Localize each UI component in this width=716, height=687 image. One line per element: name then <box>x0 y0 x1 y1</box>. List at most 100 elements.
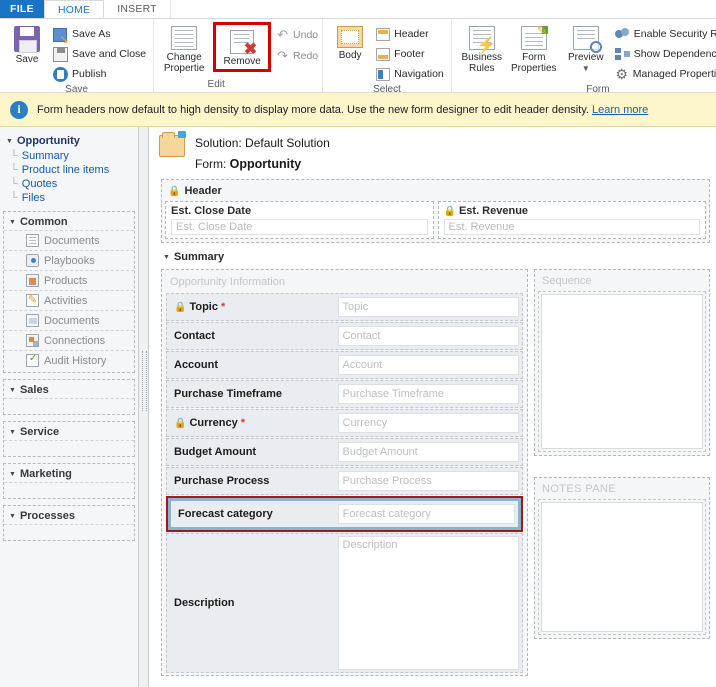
nav-root-label: Opportunity <box>16 135 80 147</box>
undo-button[interactable]: ↶ Undo <box>275 25 318 44</box>
header-field-est-close-date[interactable]: Est. Close Date Est. Close Date <box>165 201 434 239</box>
sidebar-item-label: Activities <box>44 294 88 307</box>
est-revenue-input[interactable]: Est. Revenue <box>443 219 700 235</box>
est-close-date-label: Est. Close Date <box>171 205 252 217</box>
forecast-category-label-text: Forecast category <box>178 508 273 520</box>
field-row-budget-amount[interactable]: Budget Amount Budget Amount <box>166 438 523 466</box>
notes-pane-box <box>538 499 706 635</box>
topic-input[interactable]: Topic <box>337 297 519 317</box>
purchase-process-input[interactable]: Purchase Process <box>337 471 519 491</box>
ribbon-group-label-select: Select <box>373 84 401 95</box>
field-row-currency[interactable]: 🔒 Currency * Currency <box>166 409 523 437</box>
dependencies-icon <box>614 47 630 61</box>
description-label-text: Description <box>174 597 235 609</box>
body-button[interactable]: Body <box>327 22 373 62</box>
sidebar-item-summary[interactable]: └ Summary <box>0 149 138 163</box>
purchase-timeframe-input[interactable]: Purchase Timeframe <box>337 384 519 404</box>
notes-pane-content[interactable] <box>541 502 703 632</box>
tab-file[interactable]: FILE <box>0 0 44 18</box>
preview-dropdown-icon[interactable]: ▼ <box>582 64 590 75</box>
save-as-button[interactable]: Save As <box>50 25 149 45</box>
header-button[interactable]: Header <box>373 25 447 43</box>
field-row-topic[interactable]: 🔒 Topic * Topic <box>166 293 523 321</box>
sidebar-group-header-processes[interactable]: ▼ Processes <box>4 508 134 524</box>
learn-more-link[interactable]: Learn more <box>592 104 648 116</box>
panel-splitter[interactable] <box>139 127 149 687</box>
sidebar-item-connections[interactable]: Connections <box>4 330 134 350</box>
save-button[interactable]: Save <box>4 22 50 66</box>
sidebar-group-label-sales: Sales <box>19 384 49 396</box>
sidebar-item-files[interactable]: └ Files <box>0 191 138 205</box>
tab-insert[interactable]: INSERT <box>104 0 171 18</box>
sidebar-group-label-common: Common <box>19 216 68 228</box>
field-row-purchase-process[interactable]: Purchase Process Purchase Process <box>166 467 523 495</box>
sidebar-item-products[interactable]: Products <box>4 270 134 290</box>
redo-button[interactable]: ↷ Redo <box>275 46 318 65</box>
business-rules-button[interactable]: ⚡ Business Rules <box>456 22 508 74</box>
sidebar-item-documents-2[interactable]: Documents <box>4 310 134 330</box>
field-row-forecast-category[interactable]: Forecast category Forecast category <box>168 498 521 530</box>
notification-message: Form headers now default to high density… <box>37 103 589 116</box>
sidebar-group-empty-slot[interactable] <box>4 482 134 496</box>
budget-amount-input[interactable]: Budget Amount <box>337 442 519 462</box>
summary-section-title-shell: ▼ Summary <box>161 249 710 267</box>
sidebar-group-empty-slot[interactable] <box>4 524 134 538</box>
header-section-title: 🔒 Header <box>165 183 706 201</box>
form-name: Opportunity <box>229 157 302 171</box>
sidebar-group-empty-slot[interactable] <box>4 440 134 454</box>
solution-folder-icon <box>159 131 186 157</box>
form-properties-icon: ✎ <box>520 24 548 50</box>
summary-section-title[interactable]: ▼ Summary <box>161 249 710 267</box>
sidebar-item-product-line-items[interactable]: └ Product line items <box>0 163 138 177</box>
header-field-est-revenue[interactable]: 🔒 Est. Revenue Est. Revenue <box>437 201 706 239</box>
ribbon-group-label-form: Form <box>586 84 610 95</box>
save-and-close-button[interactable]: Save and Close <box>50 45 149 63</box>
notes-pane-panel[interactable]: NOTES PANE <box>534 477 710 639</box>
sidebar-group-empty-slot[interactable] <box>4 398 134 412</box>
sidebar-item-activities[interactable]: Activities <box>4 290 134 310</box>
footer-button[interactable]: Footer <box>373 45 447 63</box>
notification-bar: i Form headers now default to high densi… <box>0 93 716 127</box>
sidebar-group-label-processes: Processes <box>19 510 75 522</box>
sidebar-item-audit-history[interactable]: Audit History <box>4 350 134 370</box>
currency-input[interactable]: Currency <box>337 413 519 433</box>
field-row-purchase-timeframe[interactable]: Purchase Timeframe Purchase Timeframe <box>166 380 523 408</box>
account-input[interactable]: Account <box>337 355 519 375</box>
solution-header: Solution: Default Solution Form: Opportu… <box>149 127 716 179</box>
sidebar-item-quotes[interactable]: └ Quotes <box>0 177 138 191</box>
est-close-date-input[interactable]: Est. Close Date <box>171 219 428 235</box>
publish-button[interactable]: Publish <box>50 65 149 83</box>
forecast-category-input[interactable]: Forecast category <box>337 504 515 524</box>
nav-root-opportunity[interactable]: ▼ Opportunity <box>0 133 138 149</box>
sidebar-group-header-sales[interactable]: ▼ Sales <box>4 382 134 398</box>
navigation-button[interactable]: Navigation <box>373 65 447 83</box>
forecast-category-label: Forecast category <box>174 508 338 520</box>
preview-button[interactable]: Preview ▼ <box>560 22 612 74</box>
sidebar-group-header-common[interactable]: ▼ Common <box>4 214 134 230</box>
chevron-down-icon: ▼ <box>6 137 13 145</box>
field-row-contact[interactable]: Contact Contact <box>166 322 523 350</box>
purchase-timeframe-label-text: Purchase Timeframe <box>174 388 283 400</box>
field-row-account[interactable]: Account Account <box>166 351 523 379</box>
remove-button[interactable]: ✖ Remove <box>219 26 265 68</box>
floppy-disk-icon <box>14 26 40 53</box>
sidebar-item-playbooks[interactable]: Playbooks <box>4 250 134 270</box>
description-input[interactable]: Description <box>337 536 519 670</box>
sequence-panel-box <box>538 291 706 452</box>
sequence-panel-content[interactable] <box>541 294 703 449</box>
managed-properties-button[interactable]: ⚙ Managed Properties <box>612 65 716 83</box>
sidebar-group-header-service[interactable]: ▼ Service <box>4 424 134 440</box>
gear-icon: ⚙ <box>615 66 629 82</box>
account-label-text: Account <box>174 359 218 371</box>
contact-input[interactable]: Contact <box>337 326 519 346</box>
panel-spacer <box>534 461 710 477</box>
form-properties-button[interactable]: ✎ Form Properties <box>508 22 560 74</box>
change-properties-button[interactable]: Change Propertie <box>158 22 210 74</box>
sidebar-group-header-marketing[interactable]: ▼ Marketing <box>4 466 134 482</box>
sequence-panel[interactable]: Sequence <box>534 269 710 456</box>
enable-security-roles-button[interactable]: Enable Security Roles <box>612 25 716 43</box>
show-dependencies-button[interactable]: Show Dependencies <box>612 45 716 63</box>
sidebar-item-documents-1[interactable]: Documents <box>4 230 134 250</box>
header-section[interactable]: 🔒 Header Est. Close Date Est. Close Date… <box>161 179 710 243</box>
tab-home[interactable]: HOME <box>43 0 105 18</box>
